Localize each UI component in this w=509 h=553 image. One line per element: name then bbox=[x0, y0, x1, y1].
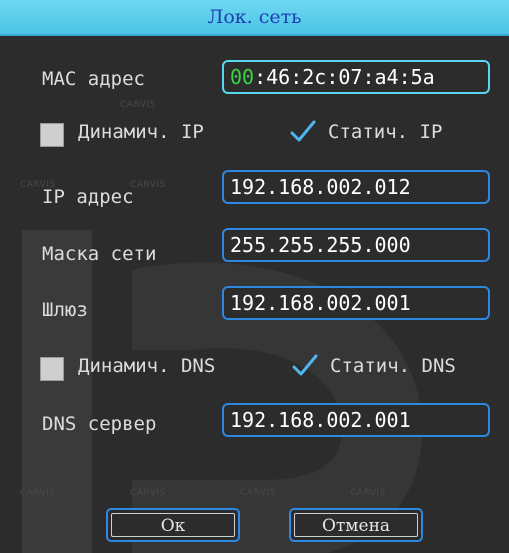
dynamic-dns-checkbox[interactable] bbox=[40, 357, 64, 381]
network-settings-dialog: CARVIS CARVIS CARVIS CARVIS CARVIS CARVI… bbox=[0, 0, 509, 553]
watermark-text: CARVIS bbox=[130, 488, 166, 498]
watermark-text: CARVIS bbox=[350, 488, 386, 498]
mac-address-prefix: 00 bbox=[230, 65, 255, 89]
subnet-mask-field[interactable]: 255.255.255.000 bbox=[222, 228, 490, 262]
dynamic-ip-label: Динамич. IP bbox=[78, 121, 204, 143]
ip-address-field[interactable]: 192.168.002.012 bbox=[222, 170, 490, 204]
dynamic-dns-label: Динамич. DNS bbox=[78, 355, 216, 377]
watermark-logo bbox=[22, 230, 422, 553]
ok-button[interactable]: Ок bbox=[106, 508, 240, 542]
ip-mode-row: Динамич. IP Статич. IP bbox=[40, 119, 480, 151]
watermark-text: CARVIS bbox=[240, 488, 276, 498]
dialog-titlebar: Лок. сеть bbox=[0, 0, 509, 36]
mac-address-rest: :46:2c:07:a4:5a bbox=[254, 65, 435, 89]
static-dns-label: Статич. DNS bbox=[330, 355, 456, 377]
dns-server-label: DNS сервер bbox=[42, 413, 157, 435]
mac-address-field[interactable]: 00:46:2c:07:a4:5a bbox=[222, 60, 490, 94]
dns-server-field[interactable]: 192.168.002.001 bbox=[222, 403, 490, 437]
ip-address-label: IP адрес bbox=[42, 186, 134, 208]
static-ip-checkmark-icon[interactable] bbox=[290, 119, 316, 145]
subnet-mask-label: Маска сети bbox=[42, 243, 157, 265]
static-ip-label: Статич. IP bbox=[328, 121, 443, 143]
dynamic-ip-checkbox[interactable] bbox=[40, 123, 64, 147]
watermark-text: CARVIS bbox=[120, 100, 156, 110]
dns-mode-row: Динамич. DNS Статич. DNS bbox=[40, 353, 500, 385]
gateway-field[interactable]: 192.168.002.001 bbox=[222, 286, 490, 320]
watermark-text: CARVIS bbox=[130, 180, 166, 190]
cancel-button[interactable]: Отмена bbox=[289, 508, 423, 542]
watermark-text: CARVIS bbox=[20, 488, 56, 498]
gateway-label: Шлюз bbox=[42, 299, 88, 321]
dialog-title: Лок. сеть bbox=[207, 6, 302, 28]
static-dns-checkmark-icon[interactable] bbox=[292, 353, 318, 379]
ok-button-label: Ок bbox=[111, 513, 235, 537]
cancel-button-label: Отмена bbox=[294, 513, 418, 537]
mac-address-label: MAC адрес bbox=[42, 68, 145, 90]
